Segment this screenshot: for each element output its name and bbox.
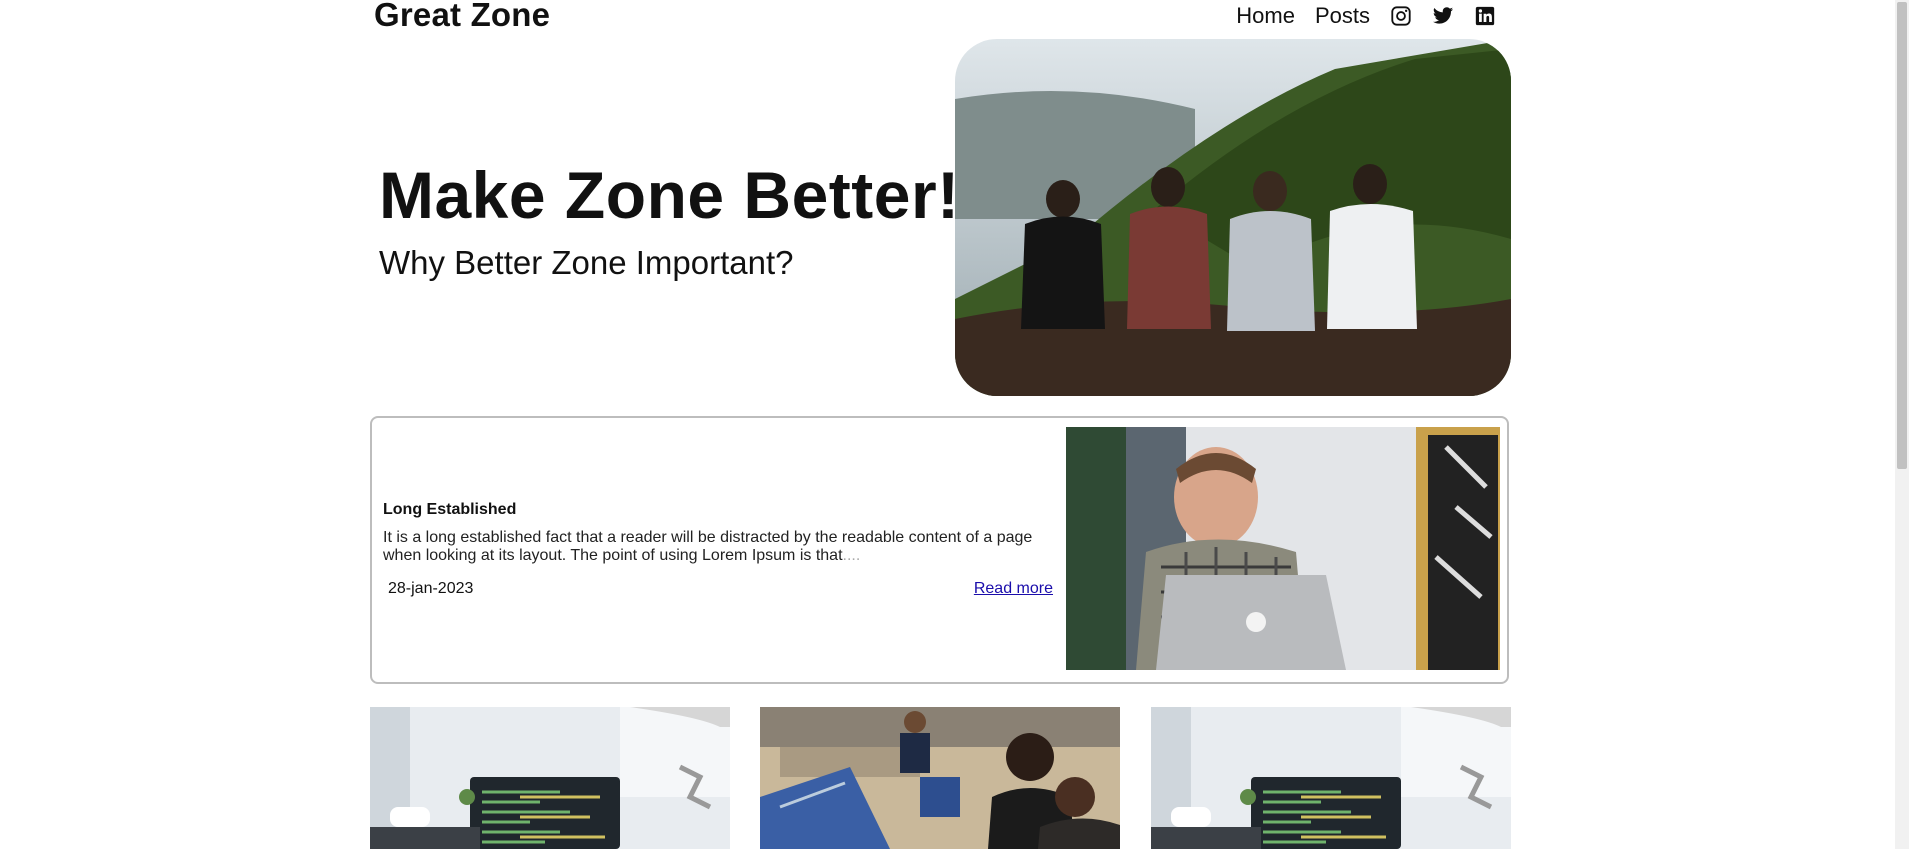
read-more-link[interactable]: Read more xyxy=(972,580,1053,598)
hero-image xyxy=(955,39,1511,396)
post-excerpt: It is a long established fact that a rea… xyxy=(383,529,1063,565)
grid-post-image-1[interactable] xyxy=(370,707,730,849)
page-scrollbar[interactable] xyxy=(1895,0,1909,849)
main-nav: Home Posts xyxy=(1236,3,1496,29)
grid-post-image-3[interactable] xyxy=(1151,707,1511,849)
post-title[interactable]: Long Established xyxy=(383,501,516,519)
hero-title: Make Zone Better! xyxy=(379,158,960,232)
nav-home[interactable]: Home xyxy=(1236,3,1295,29)
hero-subtitle: Why Better Zone Important? xyxy=(379,244,794,281)
grid-post-image-2[interactable] xyxy=(760,707,1120,849)
featured-post-card[interactable]: Long Established It is a long establishe… xyxy=(370,416,1509,684)
post-excerpt-ellipsis: .... xyxy=(842,547,861,564)
post-date: 28-jan-2023 xyxy=(388,580,474,597)
twitter-icon[interactable] xyxy=(1432,5,1454,27)
site-brand[interactable]: Great Zone xyxy=(374,0,550,34)
linkedin-icon[interactable] xyxy=(1474,5,1496,27)
instagram-icon[interactable] xyxy=(1390,5,1412,27)
post-excerpt-text: It is a long established fact that a rea… xyxy=(383,529,1033,564)
page: Great Zone Home Posts Make Zone Better! … xyxy=(0,0,1895,849)
nav-posts[interactable]: Posts xyxy=(1315,3,1370,29)
scrollbar-thumb[interactable] xyxy=(1897,2,1907,469)
post-image xyxy=(1066,427,1500,670)
